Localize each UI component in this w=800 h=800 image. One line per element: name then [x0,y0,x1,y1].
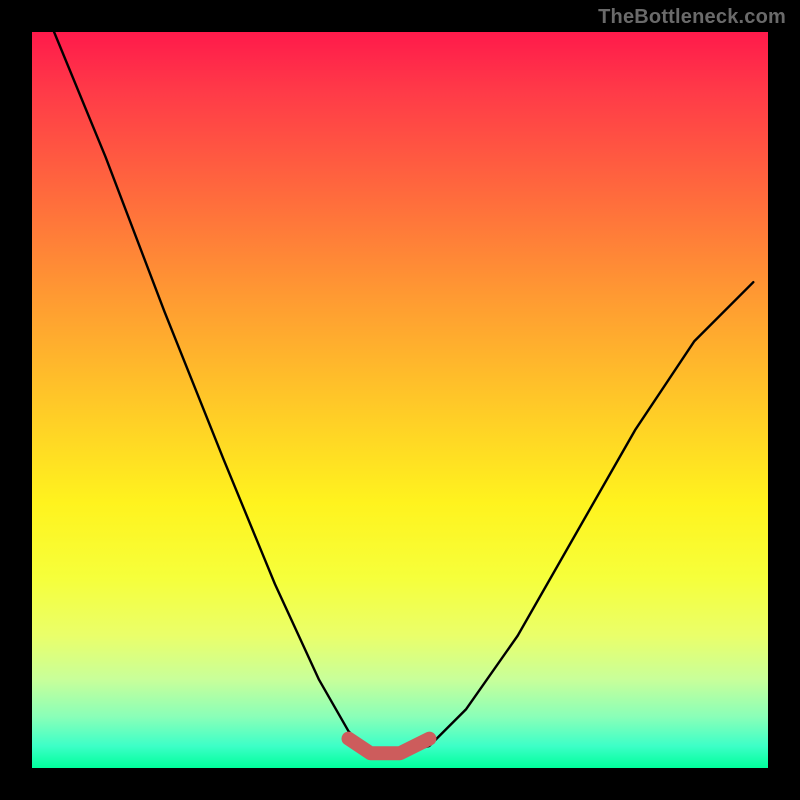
plot-area [32,32,768,768]
watermark-text: TheBottleneck.com [598,6,786,29]
curve-layer [32,32,768,768]
chart-frame: TheBottleneck.com [0,0,800,800]
bottleneck-curve [54,32,753,753]
optimal-band [349,739,430,754]
